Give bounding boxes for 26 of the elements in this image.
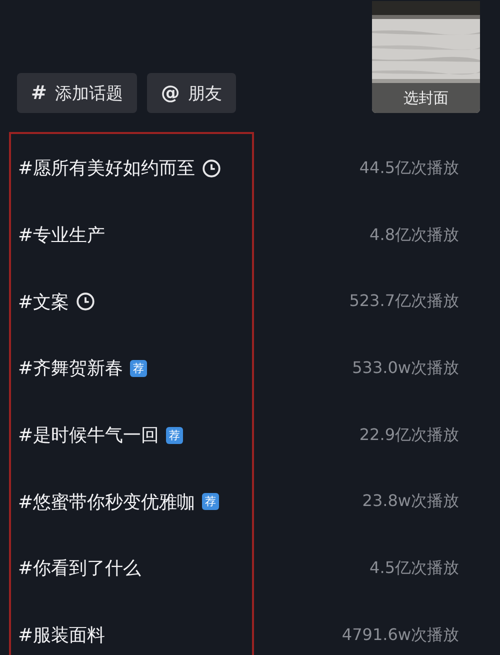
action-button[interactable]: @ 朋友 <box>146 73 236 113</box>
topic-title[interactable]: #是时候牛气一回 <box>11 423 160 448</box>
play-count: 23.8w次播放 <box>362 491 459 512</box>
play-count: 533.0w次播放 <box>352 358 459 379</box>
play-count: 4791.6w次播放 <box>342 624 459 646</box>
choose-cover-button[interactable]: 选封面 <box>372 83 480 113</box>
clock-icon <box>76 292 96 312</box>
clock-icon <box>202 158 222 178</box>
recommend-badge: 荐 <box>202 493 220 510</box>
recommend-badge: 荐 <box>166 426 184 444</box>
topic-title[interactable]: #悠蜜带你秒变优雅咖 <box>11 490 196 514</box>
topic-title[interactable]: #齐舞贺新春 <box>11 356 124 380</box>
topic-title[interactable]: #你看到了什么 <box>11 556 142 580</box>
action-button[interactable]: # 添加话题 <box>17 73 137 113</box>
symbol-icon: # <box>31 82 47 104</box>
play-count: 523.7亿次播放 <box>349 291 459 312</box>
topic-title[interactable]: #专业生产 <box>11 223 106 248</box>
recommend-badge: 荐 <box>130 360 148 377</box>
topic-title[interactable]: #服装面料 <box>11 623 106 648</box>
topic-title[interactable]: #愿所有美好如约而至 <box>11 156 196 180</box>
symbol-icon: @ <box>160 82 180 104</box>
play-count: 22.9亿次播放 <box>359 424 459 446</box>
topic-title[interactable]: #文案 <box>11 290 70 314</box>
play-count: 4.8亿次播放 <box>370 224 459 246</box>
play-count: 4.5亿次播放 <box>370 558 459 579</box>
play-count: 44.5亿次播放 <box>359 158 459 179</box>
